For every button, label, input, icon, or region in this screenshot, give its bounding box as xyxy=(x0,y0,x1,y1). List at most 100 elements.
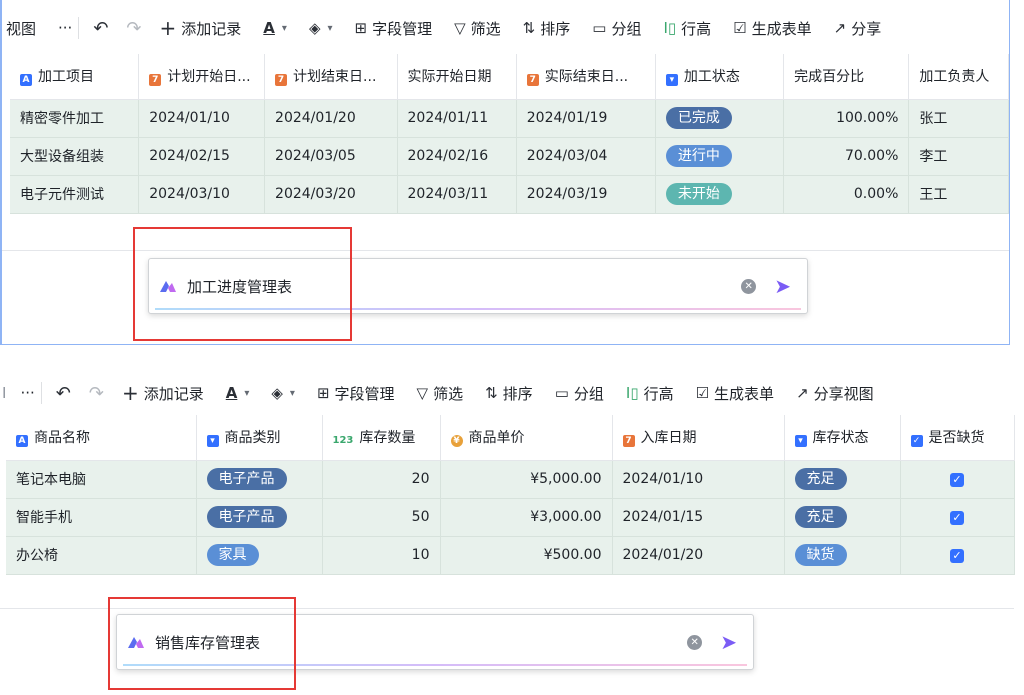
row-height-button[interactable]: I▯ 行高 xyxy=(626,383,674,404)
filter-button[interactable]: ▽ 筛选 xyxy=(454,18,501,39)
cell[interactable]: 2024/01/20 xyxy=(612,536,785,575)
checkbox[interactable]: ✓ xyxy=(950,511,964,525)
table-row[interactable]: 电子元件测试 2024/03/10 2024/03/20 2024/03/11 … xyxy=(10,175,1009,214)
column-header[interactable]: 123 库存数量 xyxy=(322,415,441,461)
view-button[interactable]: 视图 xyxy=(6,18,36,39)
column-header[interactable]: ✓ 是否缺货 xyxy=(900,415,1015,461)
text-color-button[interactable]: A ▾ xyxy=(226,384,250,402)
text-color-button[interactable]: A ▾ xyxy=(263,19,287,37)
cell[interactable]: 2024/01/20 xyxy=(264,99,398,138)
cell[interactable]: 2024/01/15 xyxy=(612,498,785,537)
cell[interactable]: ¥500.00 xyxy=(440,536,613,575)
cell[interactable]: 家具 xyxy=(196,536,323,575)
more-button[interactable]: ··· xyxy=(20,384,34,402)
cell[interactable]: 100.00% xyxy=(783,99,910,138)
column-header[interactable]: 完成百分比 xyxy=(783,54,910,100)
row-height-button[interactable]: I▯ 行高 xyxy=(663,18,711,39)
column-header[interactable]: ▾ 商品类别 xyxy=(196,415,323,461)
cell[interactable]: 已完成 xyxy=(655,99,785,138)
column-header[interactable]: 7 计划结束日... xyxy=(264,54,398,100)
cell[interactable]: 70.00% xyxy=(783,137,910,176)
column-header[interactable]: ▾ 库存状态 xyxy=(784,415,901,461)
cell[interactable]: ¥5,000.00 xyxy=(440,460,613,499)
column-header[interactable]: ▾ 加工状态 xyxy=(655,54,785,100)
cell[interactable]: 2024/03/11 xyxy=(397,175,517,214)
cell[interactable]: 2024/03/04 xyxy=(516,137,656,176)
cell[interactable]: 2024/03/20 xyxy=(264,175,398,214)
cell[interactable]: 充足 xyxy=(784,460,901,499)
send-icon[interactable]: ➤ xyxy=(720,630,737,654)
cell[interactable]: 10 xyxy=(322,536,441,575)
cell[interactable]: 智能手机 xyxy=(6,498,197,537)
redo-button[interactable]: ↷ xyxy=(89,383,104,404)
column-header[interactable]: A 商品名称 xyxy=(6,415,197,461)
cell[interactable]: 0.00% xyxy=(783,175,910,214)
table-row[interactable]: 大型设备组装 2024/02/15 2024/03/05 2024/02/16 … xyxy=(10,137,1009,176)
column-header[interactable]: 实际开始日期 xyxy=(397,54,517,100)
table-row[interactable]: 智能手机 电子产品 50 ¥3,000.00 2024/01/15 充足 ✓ xyxy=(6,498,1015,537)
cell[interactable]: ¥3,000.00 xyxy=(440,498,613,537)
fill-color-button[interactable]: ◈ ▾ xyxy=(309,19,333,37)
cell[interactable]: 20 xyxy=(322,460,441,499)
group-button[interactable]: ▭ 分组 xyxy=(555,383,604,404)
cell[interactable]: 充足 xyxy=(784,498,901,537)
fill-color-button[interactable]: ◈ ▾ xyxy=(271,384,295,402)
cell[interactable]: 办公椅 xyxy=(6,536,197,575)
redo-button[interactable]: ↷ xyxy=(126,18,141,39)
field-manage-button[interactable]: ⊞ 字段管理 xyxy=(355,18,433,39)
table-row[interactable]: 笔记本电脑 电子产品 20 ¥5,000.00 2024/01/10 充足 ✓ xyxy=(6,460,1015,499)
checkbox[interactable]: ✓ xyxy=(950,549,964,563)
add-record-button[interactable]: + 添加记录 xyxy=(160,16,242,40)
gen-form-button[interactable]: ☑ 生成表单 xyxy=(733,18,811,39)
cell[interactable]: ✓ xyxy=(900,536,1015,575)
gen-form-button[interactable]: ☑ 生成表单 xyxy=(696,383,774,404)
checkbox[interactable]: ✓ xyxy=(950,473,964,487)
clear-icon[interactable]: ✕ xyxy=(741,278,757,294)
cell[interactable]: 李工 xyxy=(908,137,1009,176)
column-header[interactable]: ¥ 商品单价 xyxy=(440,415,613,461)
cell[interactable]: 2024/01/10 xyxy=(612,460,785,499)
share-button[interactable]: ↗ 分享 xyxy=(834,18,882,39)
cell[interactable]: 王工 xyxy=(908,175,1009,214)
cell[interactable]: 电子产品 xyxy=(196,460,323,499)
cell[interactable]: 2024/02/15 xyxy=(138,137,266,176)
undo-button[interactable]: ↶ xyxy=(56,383,71,404)
column-header[interactable]: 加工负责人 xyxy=(908,54,1009,100)
send-icon[interactable]: ➤ xyxy=(774,274,791,298)
cell[interactable]: 未开始 xyxy=(655,175,785,214)
column-header[interactable]: 7 入库日期 xyxy=(612,415,785,461)
filter-button[interactable]: ▽ 筛选 xyxy=(417,383,464,404)
cell[interactable]: 2024/03/05 xyxy=(264,137,398,176)
undo-button[interactable]: ↶ xyxy=(93,18,108,39)
cell[interactable]: 2024/03/19 xyxy=(516,175,656,214)
sort-button[interactable]: ⇅ 排序 xyxy=(485,383,533,404)
view-button[interactable]: I xyxy=(2,384,6,402)
cell[interactable]: 张工 xyxy=(908,99,1009,138)
sort-button[interactable]: ⇅ 排序 xyxy=(523,18,571,39)
add-record-button[interactable]: + 添加记录 xyxy=(122,381,204,405)
group-button[interactable]: ▭ 分组 xyxy=(592,18,641,39)
cell[interactable]: 2024/02/16 xyxy=(397,137,517,176)
cell[interactable]: 缺货 xyxy=(784,536,901,575)
cell[interactable]: ✓ xyxy=(900,460,1015,499)
cell[interactable]: 电子元件测试 xyxy=(10,175,140,214)
cell[interactable]: 2024/01/11 xyxy=(397,99,517,138)
cell[interactable]: 2024/01/10 xyxy=(138,99,266,138)
cell[interactable]: 2024/01/19 xyxy=(516,99,656,138)
column-header[interactable]: A 加工项目 xyxy=(10,54,140,100)
share-view-button[interactable]: ↗ 分享视图 xyxy=(796,383,874,404)
table-row[interactable]: 办公椅 家具 10 ¥500.00 2024/01/20 缺货 ✓ xyxy=(6,536,1015,575)
cell[interactable]: 精密零件加工 xyxy=(10,99,140,138)
cell[interactable]: 2024/03/10 xyxy=(138,175,266,214)
cell[interactable]: ✓ xyxy=(900,498,1015,537)
more-button[interactable]: ··· xyxy=(58,19,72,37)
field-manage-button[interactable]: ⊞ 字段管理 xyxy=(317,383,395,404)
column-header[interactable]: 7 计划开始日... xyxy=(138,54,266,100)
cell[interactable]: 大型设备组装 xyxy=(10,137,140,176)
table-row[interactable]: 精密零件加工 2024/01/10 2024/01/20 2024/01/11 … xyxy=(10,99,1009,138)
column-header[interactable]: 7 实际结束日... xyxy=(516,54,656,100)
cell[interactable]: 50 xyxy=(322,498,441,537)
clear-icon[interactable]: ✕ xyxy=(687,634,703,650)
cell[interactable]: 进行中 xyxy=(655,137,785,176)
cell[interactable]: 电子产品 xyxy=(196,498,323,537)
